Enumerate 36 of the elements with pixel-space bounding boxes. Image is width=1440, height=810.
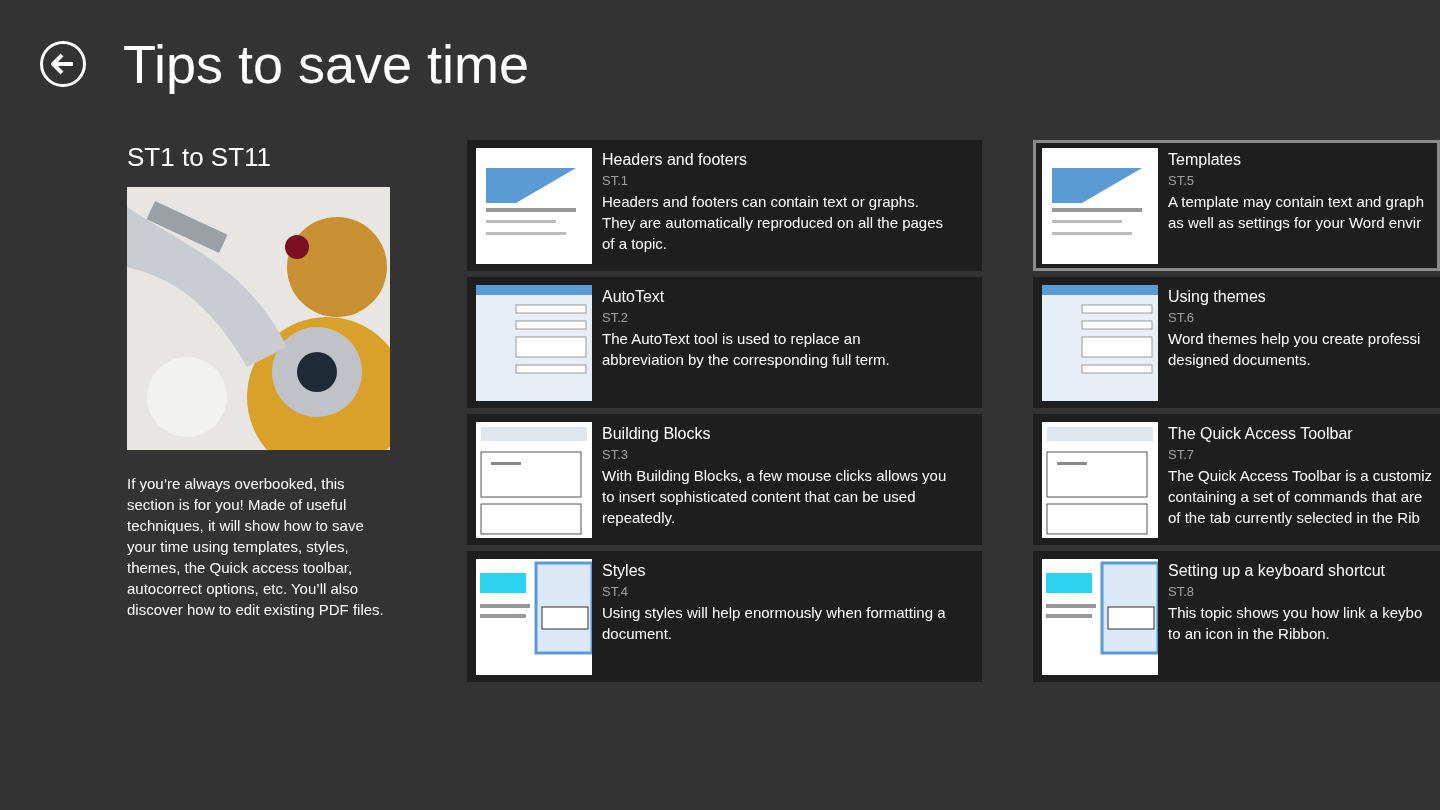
topic-title: Setting up a keyboard shortcut: [1168, 561, 1387, 581]
topic-description: A template may contain text and graph as well as settings for your Word envir: [1168, 192, 1424, 233]
topic-code: ST.7: [1168, 446, 1195, 464]
back-button[interactable]: [40, 41, 86, 87]
section-description: If you’re always overbooked, this section is for you! Made of useful techniques, it will show how to save your time using templates, styles, themes, the Quick access toolbar, autocorrect options, etc. You’ll also discover how to edit existing PDF files.: [127, 474, 385, 620]
topic-code: ST.6: [1168, 309, 1195, 327]
topic-description: Using styles will help enormously when formatting a document.: [602, 603, 946, 644]
topic-description: This topic shows you how link a keybo to an icon in the Ribbon.: [1168, 603, 1423, 644]
topic-card[interactable]: Setting up a keyboard shortcut ST.8 This topic shows you how link a keybo to an icon in the Ribbon.: [1033, 551, 1440, 682]
topic-card[interactable]: Styles ST.4 Using styles will help enormously when formatting a document.: [467, 551, 982, 682]
topic-card[interactable]: Headers and footers ST.1 Headers and footers can contain text or graphs. They are automatically reproduced on all the pages of a topic.: [467, 140, 982, 271]
topic-card[interactable]: AutoText ST.2 The AutoText tool is used to replace an abbreviation by the corresponding full term.: [467, 277, 982, 408]
back-arrow-icon: [51, 53, 75, 75]
topic-title: Templates: [1168, 150, 1242, 170]
topic-description: With Building Blocks, a few mouse clicks allows you to insert sophisticated content that can be used repeatedly.: [602, 466, 947, 528]
topic-code: ST.4: [602, 583, 629, 601]
topic-description: Headers and footers can contain text or graphs. They are automatically reproduced on all the pages of a topic.: [602, 192, 944, 254]
topic-title: AutoText: [602, 287, 666, 307]
topic-code: ST.8: [1168, 583, 1195, 601]
topic-title: Styles: [602, 561, 647, 581]
topic-code: ST.3: [602, 446, 629, 464]
topic-title: Using themes: [1168, 287, 1267, 307]
topic-code: ST.2: [602, 309, 629, 327]
topic-description: Word themes help you create professi designed documents.: [1168, 329, 1421, 370]
topic-card[interactable]: Building Blocks ST.3 With Building Blocks, a few mouse clicks allows you to insert sophisticated content that can be used repeatedly.: [467, 414, 982, 545]
topic-description: The Quick Access Toolbar is a customiz containing a set of commands that are of the tab currently selected in the Rib: [1168, 466, 1432, 528]
topic-card[interactable]: Using themes ST.6 Word themes help you create professi designed documents.: [1033, 277, 1440, 408]
topic-title: Headers and footers: [602, 150, 748, 170]
topic-card[interactable]: Templates ST.5 A template may contain text and graph as well as settings for your Word envir: [1033, 140, 1440, 271]
topic-card[interactable]: The Quick Access Toolbar ST.7 The Quick Access Toolbar is a customiz containing a set of commands that are of the tab currently selected in the Rib: [1033, 414, 1440, 545]
topic-code: ST.1: [602, 172, 629, 190]
section-title: ST1 to ST11: [127, 141, 273, 174]
topic-title: The Quick Access Toolbar: [1168, 424, 1354, 444]
topic-description: The AutoText tool is used to replace an abbreviation by the corresponding full term.: [602, 329, 890, 370]
topic-title: Building Blocks: [602, 424, 712, 444]
topic-code: ST.5: [1168, 172, 1195, 190]
